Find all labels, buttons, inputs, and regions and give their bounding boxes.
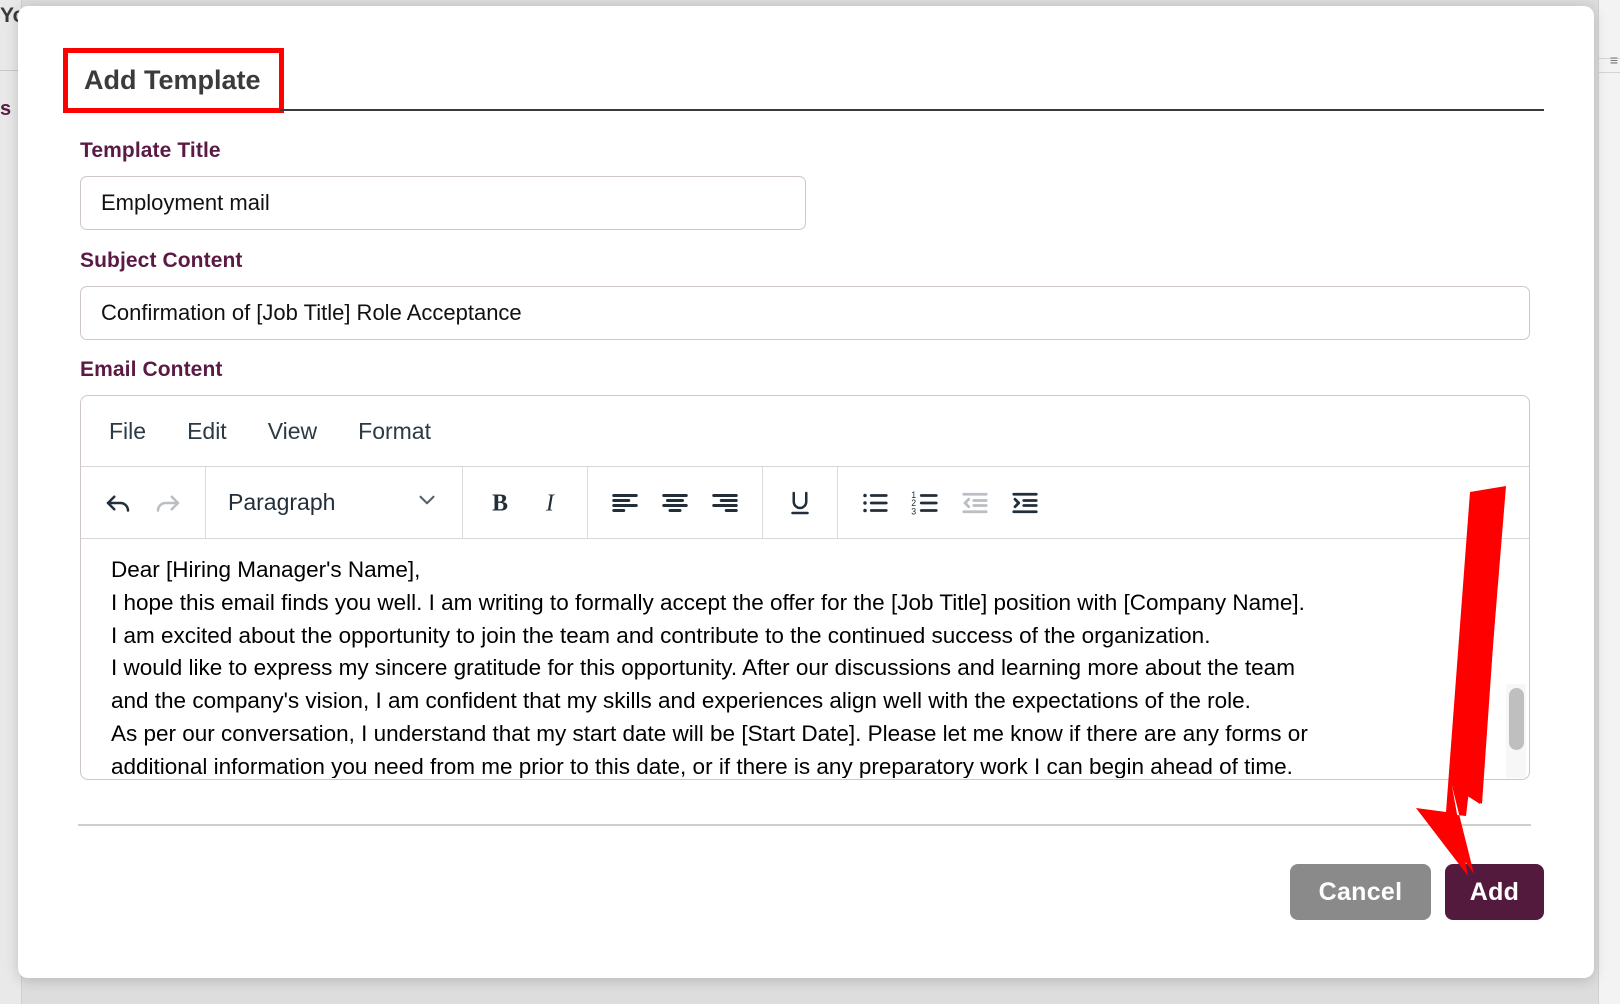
editor-menu-view[interactable]: View	[262, 414, 323, 449]
cancel-button[interactable]: Cancel	[1290, 864, 1431, 920]
background-menu-icon: ≡	[1609, 52, 1618, 68]
subject-content-label: Subject Content	[80, 249, 243, 272]
format-select-value: Paragraph	[228, 489, 336, 515]
background-text-fragment-mid: s	[0, 98, 12, 120]
redo-icon	[143, 480, 193, 526]
email-content-label: Email Content	[80, 358, 223, 381]
undo-icon[interactable]	[93, 480, 143, 526]
editor-menubar: File Edit View Format	[81, 396, 1529, 467]
add-template-modal: Add Template Template Title Subject Cont…	[18, 6, 1594, 978]
editor-line: additional information you need from me …	[111, 753, 1293, 778]
chevron-down-icon	[414, 487, 440, 518]
toolbar-group-0	[81, 467, 206, 538]
page-title-highlight-box: Add Template	[63, 48, 284, 113]
background-right-panel: ≡	[1598, 0, 1620, 1004]
indent-icon[interactable]	[1000, 480, 1050, 526]
editor-line: As per our conversation, I understand th…	[111, 721, 1308, 747]
numbered-list-icon[interactable]: 123	[900, 480, 950, 526]
editor-menu-edit[interactable]: Edit	[181, 414, 233, 449]
italic-icon[interactable]: I	[525, 480, 575, 526]
svg-text:B: B	[492, 490, 508, 516]
editor-scrollbar-thumb[interactable]	[1509, 688, 1524, 750]
footer-divider	[78, 824, 1531, 826]
editor-line: Dear [Hiring Manager's Name],	[111, 557, 421, 582]
editor-line: I would like to express my sincere grati…	[111, 655, 1295, 681]
rich-text-editor: File Edit View Format Paragraph B I 1 2 3 Dear […	[80, 395, 1530, 780]
align-center-icon[interactable]	[650, 480, 700, 526]
editor-content-area[interactable]: Dear [Hiring Manager's Name], I hope this…	[81, 539, 1529, 778]
page-title: Add Template	[84, 65, 261, 95]
editor-text-block: Dear [Hiring Manager's Name], I hope this…	[111, 555, 1495, 778]
subject-content-input[interactable]	[80, 286, 1530, 340]
bullet-list-icon[interactable]	[850, 480, 900, 526]
background-right-divider-2	[1598, 72, 1620, 73]
outdent-icon	[950, 480, 1000, 526]
toolbar-group-format: Paragraph	[206, 467, 463, 538]
editor-menu-file[interactable]: File	[103, 414, 152, 449]
add-button[interactable]: Add	[1445, 864, 1544, 920]
editor-line: I am excited about the opportunity to jo…	[111, 622, 1211, 648]
format-select[interactable]: Paragraph	[218, 480, 450, 526]
align-left-icon[interactable]	[600, 480, 650, 526]
toolbar-group-4: 123	[838, 467, 1062, 538]
toolbar-group-2	[588, 467, 763, 538]
title-rule	[280, 109, 1544, 111]
editor-line: and the company's vision, I am confident…	[111, 688, 1251, 714]
template-title-input[interactable]	[80, 176, 806, 230]
bold-icon[interactable]: B	[475, 480, 525, 526]
template-title-label: Template Title	[80, 139, 221, 162]
toolbar-group-1: BI	[463, 467, 588, 538]
editor-menu-format[interactable]: Format	[352, 414, 437, 449]
underline-icon[interactable]	[775, 480, 825, 526]
toolbar-group-3	[763, 467, 838, 538]
svg-text:3: 3	[911, 506, 916, 516]
editor-line: I hope this email finds you well. I am w…	[111, 589, 1305, 615]
svg-text:I: I	[545, 490, 555, 516]
editor-toolbar: Paragraph B I 1 2 3	[81, 467, 1529, 539]
align-right-icon[interactable]	[700, 480, 750, 526]
